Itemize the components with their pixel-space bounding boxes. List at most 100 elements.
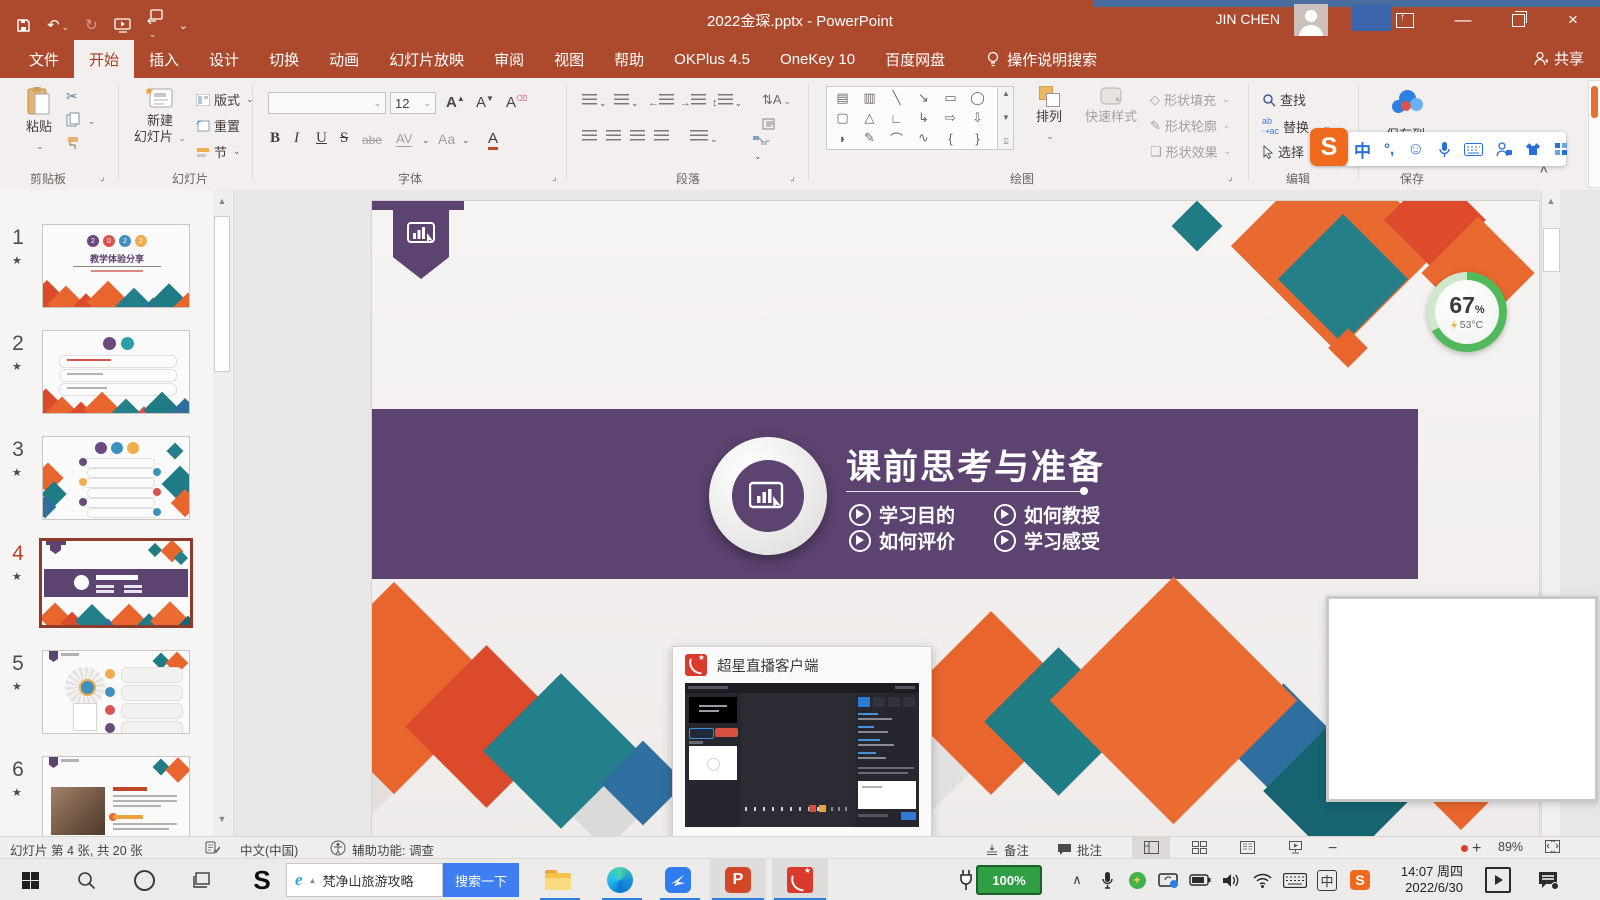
tab-insert[interactable]: 插入 <box>134 40 194 78</box>
slide-thumbnail-6[interactable] <box>42 756 190 836</box>
shape-right-brace-icon[interactable]: } <box>964 129 991 148</box>
preview-screenshot[interactable] <box>685 683 919 827</box>
tray-keyboard-icon[interactable] <box>1278 859 1312 900</box>
columns-button[interactable]: ⌄ <box>690 130 718 145</box>
chaoxing-app-icon[interactable] <box>774 859 826 900</box>
font-color-button[interactable]: A <box>488 130 498 150</box>
fit-slide-button[interactable] <box>1545 840 1560 853</box>
thumbnail-scrollbar[interactable]: ▲ ▼ <box>213 190 232 836</box>
slide-thumbnail-4-selected[interactable] <box>39 538 193 628</box>
punctuation-button[interactable]: °, <box>1384 141 1394 158</box>
accessibility-status[interactable]: 辅助功能: 调查 <box>352 840 434 859</box>
shape-arc-icon[interactable]: ⌒ <box>883 129 910 148</box>
zoom-out-button[interactable]: − <box>1328 840 1337 858</box>
quick-styles-button[interactable]: 快速样式 <box>1080 86 1142 125</box>
tray-battery-icon[interactable] <box>1184 859 1216 900</box>
gallery-down-arrow[interactable]: ▼ <box>1002 113 1010 122</box>
restore-button[interactable] <box>1495 0 1541 40</box>
strikethrough-button[interactable]: S <box>340 130 348 147</box>
shape-textbox-icon[interactable]: ▤ <box>829 89 856 108</box>
ribbon-display-options-button[interactable] <box>1382 0 1428 40</box>
tray-volume-icon[interactable] <box>1216 859 1246 900</box>
taskbar-clock[interactable]: 14:07 周四 2022/6/30 <box>1385 864 1463 896</box>
tab-baidu-netdisk[interactable]: 百度网盘 <box>870 40 960 78</box>
clipboard-dialog-launcher[interactable]: ⌟ <box>100 172 105 183</box>
text-direction-button[interactable]: ⇅A⌄ <box>762 92 791 108</box>
align-right-button[interactable] <box>630 130 645 145</box>
shape-down-arrow-icon[interactable]: ⇩ <box>964 109 991 128</box>
slide-thumbnail-2[interactable] <box>42 330 190 414</box>
bullets-button[interactable]: ⌄ <box>582 94 607 109</box>
change-case-button[interactable]: Aa <box>438 131 455 147</box>
share-button[interactable]: 共享 <box>1534 48 1584 69</box>
paste-button[interactable]: 粘贴 ⌄ <box>12 86 66 154</box>
tab-design[interactable]: 设计 <box>194 40 254 78</box>
bullet-item[interactable]: 学习感受 <box>994 527 1100 554</box>
layout-button[interactable]: 版式⌄ <box>196 90 254 109</box>
arrange-button[interactable]: 排列 ⌄ <box>1022 86 1076 144</box>
file-explorer-icon[interactable] <box>534 859 582 900</box>
convert-smartart-button[interactable]: ⌄ <box>752 134 768 162</box>
ime-mode-button[interactable]: 中 <box>1354 137 1371 162</box>
skin-shirt-icon[interactable] <box>1525 142 1541 156</box>
emoji-button[interactable]: ☺ <box>1407 139 1424 159</box>
shape-gallery[interactable]: ▤ ▥ ╲ ↘ ▭ ◯ ▢ △ ∟ ↳ ⇨ ⇩ ◗ ✎ ⌒ ∿ { } <box>826 86 998 150</box>
slide-thumbnail-3[interactable] <box>42 436 190 520</box>
toolbox-grid-icon[interactable] <box>1554 142 1568 156</box>
strikethrough-abc-button[interactable]: abe <box>362 133 382 147</box>
voice-input-icon[interactable] <box>1438 141 1451 158</box>
avatar[interactable] <box>1294 4 1328 36</box>
taskbar-news-search[interactable]: e ▲ 梵净山旅游攻略 <box>286 863 443 897</box>
tray-media-icon[interactable] <box>1478 859 1518 900</box>
grow-font-button[interactable]: A▲ <box>446 94 465 111</box>
tab-slideshow[interactable]: 幻灯片放映 <box>374 40 479 78</box>
shape-curve-icon[interactable]: ∿ <box>910 129 937 148</box>
bullet-item[interactable]: 学习目的 <box>849 501 955 528</box>
zoom-percentage[interactable]: 89% <box>1498 840 1523 854</box>
scroll-down-arrow[interactable]: ▼ <box>213 810 231 828</box>
slide-sorter-view-button[interactable] <box>1180 837 1218 858</box>
soft-keyboard-icon[interactable] <box>1464 143 1483 156</box>
language-indicator[interactable]: 中文(中国) <box>240 840 298 859</box>
edge-browser-icon[interactable] <box>596 859 644 900</box>
decrease-indent-button[interactable]: ← <box>648 94 674 109</box>
tab-review[interactable]: 审阅 <box>479 40 539 78</box>
powerpoint-app-icon[interactable]: P <box>712 859 764 900</box>
shape-effects-button[interactable]: ❑形状效果⌄ <box>1150 142 1231 161</box>
shrink-font-button[interactable]: A▼ <box>476 94 494 111</box>
tab-help[interactable]: 帮助 <box>599 40 659 78</box>
task-view-button[interactable] <box>180 859 224 900</box>
accessibility-icon[interactable] <box>330 840 346 856</box>
drawing-dialog-launcher[interactable]: ⌟ <box>1228 172 1233 183</box>
close-button[interactable]: × <box>1550 0 1596 40</box>
taskbar-search-icon[interactable] <box>64 859 108 900</box>
tray-sogou-icon[interactable]: S <box>1344 859 1376 900</box>
character-spacing-dropdown[interactable]: ⌄ <box>422 135 430 146</box>
comments-button[interactable]: 批注 <box>1057 840 1102 859</box>
section-button[interactable]: 节⌄ <box>196 142 241 161</box>
numbering-button[interactable]: ⌄ <box>614 94 639 109</box>
shape-elbow-arrow-icon[interactable]: ↳ <box>910 109 937 128</box>
shape-line-icon[interactable]: ╲ <box>883 89 910 108</box>
bold-button[interactable]: B <box>270 130 280 147</box>
shape-right-arrow-icon[interactable]: ⇨ <box>937 109 964 128</box>
search-go-button[interactable]: 搜索一下 <box>443 863 519 897</box>
tell-me-search[interactable]: 操作说明搜索 <box>986 40 1097 78</box>
notification-center-icon[interactable] <box>1524 859 1574 900</box>
gallery-more-arrow[interactable]: ⍗ <box>1004 137 1009 147</box>
shape-gallery-scrollbar[interactable]: ▲▼⍗ <box>999 86 1014 150</box>
shape-scribble-icon[interactable]: ✎ <box>856 129 883 148</box>
tab-file[interactable]: 文件 <box>14 40 74 78</box>
black-swirl-app-icon[interactable]: S <box>238 859 286 900</box>
shape-arrow-line-icon[interactable]: ↘ <box>910 89 937 108</box>
tray-ime-mode[interactable]: 中 <box>1312 859 1342 900</box>
new-slide-button[interactable]: 新建幻灯片 ⌄ <box>128 86 192 146</box>
line-spacing-button[interactable]: ↕⌄ <box>712 94 742 109</box>
shape-rounded-rectangle-icon[interactable]: ▢ <box>829 109 856 128</box>
align-left-button[interactable] <box>582 130 597 145</box>
change-case-dropdown[interactable]: ⌄ <box>462 135 470 146</box>
format-painter-icon[interactable] <box>66 136 81 151</box>
shape-triangle-icon[interactable]: △ <box>856 109 883 128</box>
paragraph-dialog-launcher[interactable]: ⌟ <box>790 172 795 183</box>
align-center-button[interactable] <box>606 130 621 145</box>
